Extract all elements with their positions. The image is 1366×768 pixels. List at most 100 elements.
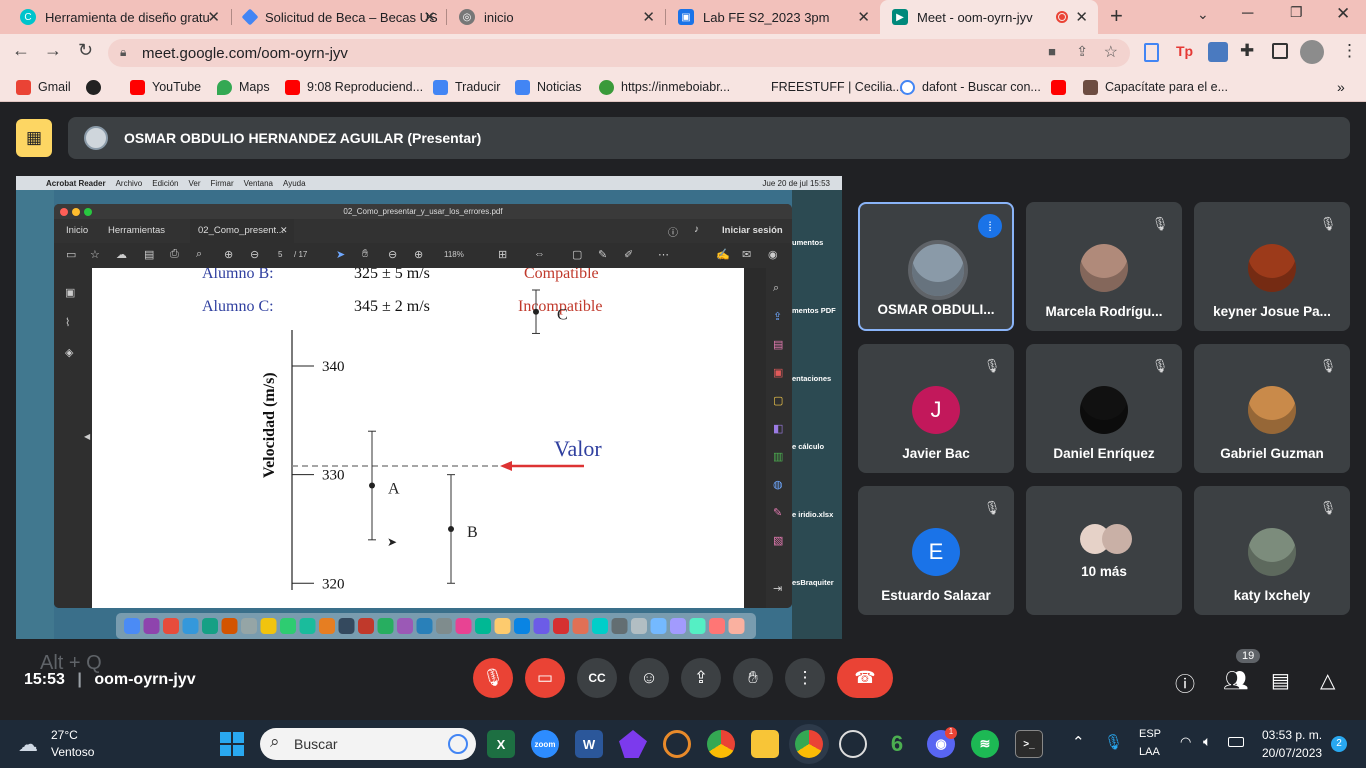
wifi-icon[interactable]: ◠ bbox=[1180, 734, 1191, 750]
emoji-button[interactable]: ☺ bbox=[629, 658, 669, 698]
zoom-dot[interactable] bbox=[84, 208, 92, 216]
camera-icon[interactable]: ■ bbox=[1048, 44, 1056, 59]
dock-app-icon[interactable] bbox=[163, 618, 179, 634]
compress-icon[interactable]: ▧ bbox=[773, 534, 783, 547]
dock-app-icon[interactable] bbox=[572, 618, 589, 634]
sidepanel-icon[interactable] bbox=[1272, 43, 1288, 59]
combine-icon[interactable]: ◧ bbox=[773, 422, 783, 435]
dock-app-icon[interactable] bbox=[202, 618, 218, 634]
docs-ext-icon[interactable] bbox=[1144, 43, 1159, 62]
bookmark[interactable]: 9:08 Reproduciend... bbox=[285, 76, 423, 98]
minimize-dot[interactable] bbox=[72, 208, 80, 216]
close-icon[interactable]: ✕ bbox=[642, 8, 655, 26]
signin-button[interactable]: Iniciar sesión bbox=[722, 219, 783, 243]
excel-icon[interactable]: X bbox=[487, 730, 515, 758]
dock-app-icon[interactable] bbox=[241, 618, 257, 634]
dock-app-icon[interactable] bbox=[475, 618, 491, 634]
more-options-button[interactable]: ⋮ bbox=[785, 658, 825, 698]
zoom-icon[interactable]: zoom bbox=[531, 730, 559, 758]
clock-date[interactable]: 20/07/2023 bbox=[1262, 746, 1322, 760]
chevron-down-icon[interactable]: ⌄ bbox=[1197, 6, 1209, 23]
dock-app-icon[interactable] bbox=[377, 618, 394, 634]
windows-start-icon[interactable] bbox=[220, 732, 244, 756]
camera-off-button[interactable]: ▭ bbox=[525, 658, 565, 698]
back-icon[interactable]: ← bbox=[12, 40, 30, 61]
browser-tab[interactable]: C Herramienta de diseño gratu ✕ bbox=[8, 0, 230, 34]
dock-app-icon[interactable] bbox=[260, 618, 277, 634]
dock-app-icon[interactable] bbox=[416, 618, 433, 634]
new-tab-button[interactable]: + bbox=[1110, 3, 1123, 29]
address-bar[interactable]: 🔒︎ meet.google.com/oom-oyrn-jyv ■ ⇪ ☆ bbox=[108, 39, 1130, 67]
leave-call-button[interactable]: ☎︎ bbox=[837, 658, 893, 698]
pdf-edit-icon[interactable]: ▣ bbox=[773, 366, 783, 379]
bookmark[interactable] bbox=[1051, 76, 1073, 98]
dock-app-icon[interactable] bbox=[143, 618, 160, 634]
protect-icon[interactable]: ◍ bbox=[773, 478, 783, 491]
spotify-icon[interactable]: ≋ bbox=[971, 730, 999, 758]
chrome-active-icon[interactable] bbox=[795, 730, 823, 758]
lang-code[interactable]: ESP bbox=[1139, 728, 1161, 740]
scan-icon[interactable]: ▥ bbox=[773, 450, 783, 463]
dock-app-icon[interactable] bbox=[592, 618, 608, 634]
more-icon[interactable]: ⋯ bbox=[658, 248, 669, 261]
profile-avatar[interactable] bbox=[1300, 40, 1324, 64]
mic-off-button[interactable]: 🎙︎ bbox=[473, 658, 513, 698]
obs-icon[interactable] bbox=[839, 730, 867, 758]
close-icon[interactable]: ✕ bbox=[280, 225, 288, 236]
browser-tab[interactable]: ◎ inicio ✕ bbox=[447, 0, 665, 34]
volume-icon[interactable]: 🔈︎ bbox=[1203, 733, 1211, 750]
taskbar-search[interactable]: ⌕ Buscar bbox=[260, 728, 476, 760]
dock-app-icon[interactable] bbox=[280, 618, 296, 634]
dock-app-icon[interactable] bbox=[455, 618, 472, 634]
participant-tile[interactable]: ⁞ OSMAR OBDULI... bbox=[858, 202, 1014, 331]
tab-document[interactable]: 02_Como_present... bbox=[190, 219, 294, 243]
dock-app-icon[interactable] bbox=[494, 618, 511, 634]
tab-herramientas[interactable]: Herramientas bbox=[100, 219, 173, 243]
bookmark[interactable]: Traducir bbox=[433, 76, 500, 98]
tab-inicio[interactable]: Inicio bbox=[58, 219, 96, 243]
terminal-icon[interactable]: >_ bbox=[1015, 730, 1043, 758]
zoom-level[interactable]: 118% bbox=[444, 250, 464, 259]
search-icon[interactable]: ⌕ bbox=[773, 282, 779, 295]
browser-tab[interactable]: Solicitud de Beca – Becas US ✕ bbox=[232, 0, 446, 34]
bookmark[interactable]: YouTube bbox=[130, 76, 201, 98]
participant-tile[interactable]: 🎙︎ Daniel Enríquez bbox=[1026, 344, 1182, 473]
zoom-in-icon[interactable]: ⊕ bbox=[414, 248, 423, 261]
tp-ext-icon[interactable]: Tp bbox=[1176, 43, 1193, 59]
collapse-left-icon[interactable]: ◀ bbox=[84, 432, 90, 441]
participant-tile[interactable]: 🎙︎ katy Ixchely bbox=[1194, 486, 1350, 615]
dock-app-icon[interactable] bbox=[689, 618, 706, 634]
leaf-app-icon[interactable]: 6 bbox=[883, 730, 911, 758]
page-up-icon[interactable]: ⊕ bbox=[224, 248, 233, 261]
comment-icon[interactable]: ▢ bbox=[572, 248, 582, 261]
browser-tab-active[interactable]: ▶ Meet - oom-oyrn-jyv ✕ bbox=[880, 0, 1098, 34]
raise-hand-button[interactable]: ✋︎ bbox=[733, 658, 773, 698]
dock-app-icon[interactable] bbox=[611, 618, 628, 634]
file-icon[interactable]: ▤ bbox=[144, 248, 154, 261]
obsidian-icon[interactable] bbox=[619, 730, 647, 758]
dock-app-icon[interactable] bbox=[650, 618, 667, 634]
info-icon[interactable]: ⓘ bbox=[1175, 668, 1195, 697]
close-icon[interactable]: ✕ bbox=[1075, 8, 1088, 26]
highlight-icon[interactable]: ✐ bbox=[624, 248, 633, 261]
fill-sign-icon[interactable]: ✎ bbox=[773, 506, 782, 519]
attach-icon[interactable]: ⌇ bbox=[65, 316, 70, 329]
chrome-icon[interactable] bbox=[707, 730, 735, 758]
bookmark[interactable]: Gmail bbox=[16, 76, 71, 98]
dock-app-icon[interactable] bbox=[631, 618, 647, 634]
teams-ext-icon[interactable] bbox=[1208, 42, 1228, 62]
dock-app-icon[interactable] bbox=[670, 618, 686, 634]
mic-icon[interactable]: 🎙︎ bbox=[1104, 733, 1123, 751]
upload-icon[interactable]: ☁ bbox=[116, 248, 127, 261]
file-explorer-icon[interactable] bbox=[751, 730, 779, 758]
dock-app-icon[interactable] bbox=[553, 618, 569, 634]
zoom-out-search-icon[interactable]: ⌕ bbox=[196, 248, 202, 261]
share-icon[interactable]: ⇪ bbox=[1076, 43, 1088, 60]
browser-tab[interactable]: ▣ Lab FE S2_2023 3pm ✕ bbox=[666, 0, 880, 34]
participant-tile[interactable]: 🎙︎ Gabriel Guzman bbox=[1194, 344, 1350, 473]
save-icon[interactable]: ▭ bbox=[66, 248, 76, 261]
dock-app-icon[interactable] bbox=[338, 618, 355, 634]
people-icon[interactable]: 👥︎ bbox=[1223, 668, 1248, 693]
weather-icon[interactable]: ☁ bbox=[18, 732, 38, 757]
presentation-icon[interactable]: ▦ bbox=[16, 119, 52, 157]
